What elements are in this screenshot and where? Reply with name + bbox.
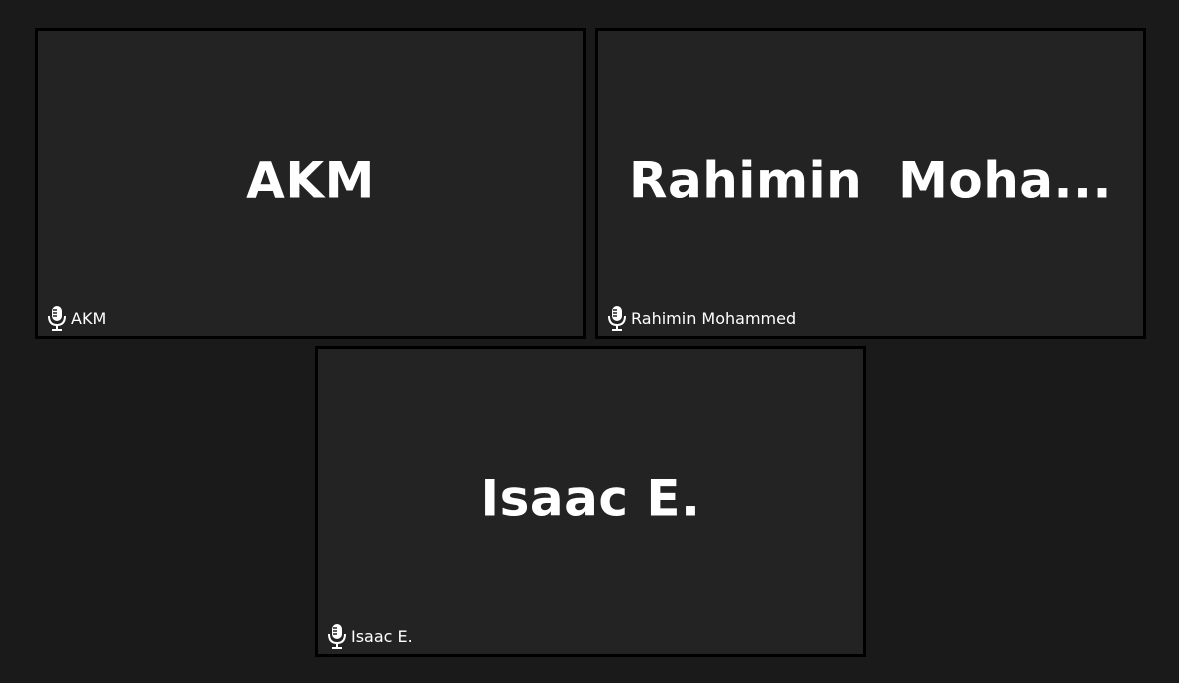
participant-name-label: AKM — [71, 308, 107, 328]
video-gallery: AKM AKM Rahimin Moha... Rahimin Mohammed… — [0, 0, 1179, 683]
participant-name-label: Rahimin Mohammed — [631, 308, 797, 328]
participant-name-label: Isaac E. — [351, 626, 413, 646]
participant-display-name: AKM — [246, 151, 375, 210]
participant-nameplate: Rahimin Mohammed — [606, 305, 796, 331]
participant-nameplate: Isaac E. — [326, 623, 413, 649]
microphone-icon — [606, 305, 628, 331]
participant-display-name: Rahimin Moha... — [628, 151, 1113, 210]
participant-display-name: Isaac E. — [480, 469, 701, 528]
participant-tile-akm[interactable]: AKM AKM — [35, 28, 586, 339]
microphone-icon — [326, 623, 348, 649]
microphone-icon — [46, 305, 68, 331]
participant-tile-isaac-e[interactable]: Isaac E. Isaac E. — [315, 346, 866, 657]
participant-nameplate: AKM — [46, 305, 106, 331]
participant-tile-rahimin-mohammed[interactable]: Rahimin Moha... Rahimin Mohammed — [595, 28, 1146, 339]
